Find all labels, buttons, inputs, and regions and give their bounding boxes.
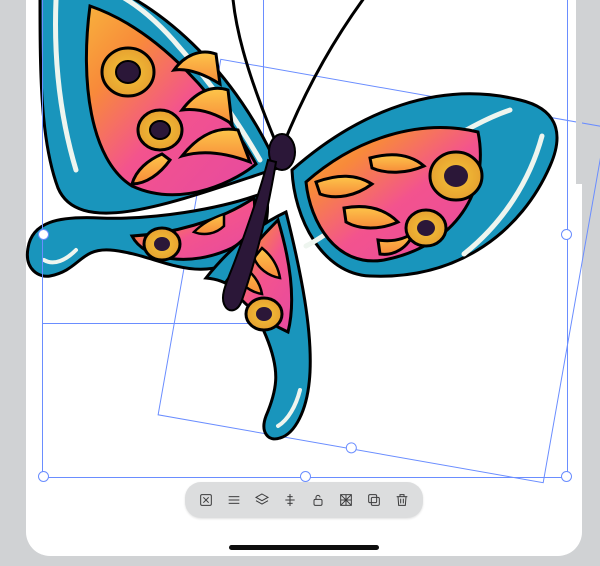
grid-icon [338, 492, 354, 508]
selection-handle-br[interactable] [561, 471, 572, 482]
selection-handle-mb[interactable] [300, 471, 311, 482]
duplicate-button[interactable] [361, 487, 387, 513]
selection-handle-ml[interactable] [38, 229, 49, 240]
layers-icon [254, 492, 270, 508]
lock-button[interactable] [305, 487, 331, 513]
align-button[interactable] [277, 487, 303, 513]
grid-button[interactable] [333, 487, 359, 513]
selection-handle-mr[interactable] [561, 229, 572, 240]
selection-bounding-box[interactable] [42, 0, 568, 478]
list-icon [226, 492, 242, 508]
unlock-icon [310, 492, 326, 508]
layers-button[interactable] [249, 487, 275, 513]
selection-handle-bl[interactable] [38, 471, 49, 482]
contextual-toolbar [185, 482, 423, 518]
delete-button[interactable] [389, 487, 415, 513]
viewport-gutter [576, 0, 582, 184]
home-indicator[interactable] [229, 545, 379, 550]
align-icon [282, 492, 298, 508]
duplicate-icon [366, 492, 382, 508]
list-button[interactable] [221, 487, 247, 513]
artboard[interactable] [26, 0, 582, 556]
artboard-button[interactable] [193, 487, 219, 513]
artboard-icon [198, 492, 214, 508]
trash-icon [394, 492, 410, 508]
